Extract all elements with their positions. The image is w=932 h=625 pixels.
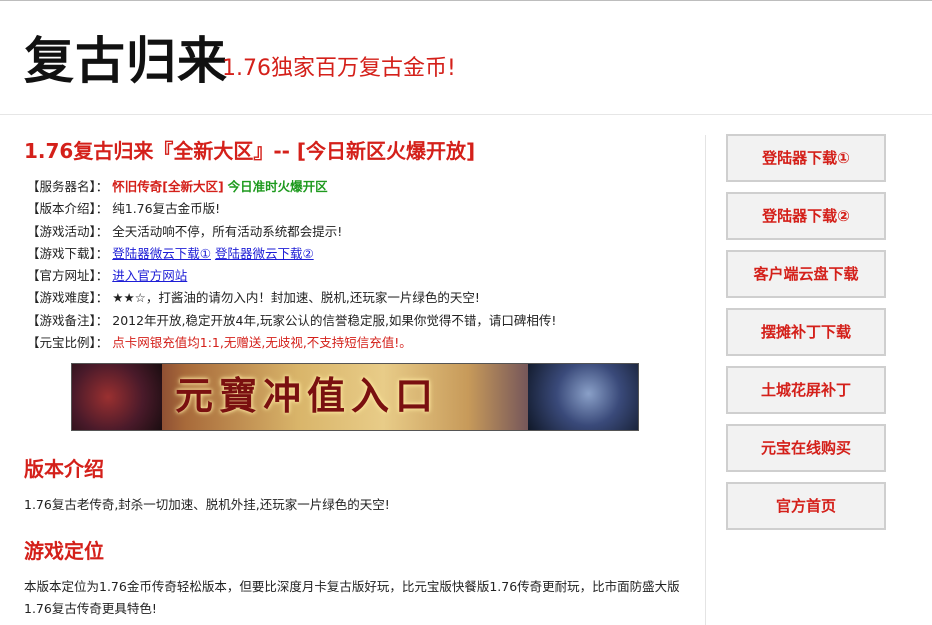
server-label: 【服务器名】：	[27, 179, 109, 194]
site-logo[interactable]: 复古归来	[24, 33, 228, 89]
download-link-1[interactable]: 登陆器微云下载①	[112, 246, 211, 261]
section-heading-positioning: 游戏定位	[24, 539, 104, 563]
recharge-banner[interactable]: 元寶冲值入口	[71, 363, 639, 431]
main-content: 1.76复古归来『全新大区』-- [今日新区火爆开放] 【服务器名】： 怀旧传奇…	[24, 115, 700, 625]
page-header: 复古归来 1.76独家百万复古金币!	[0, 1, 932, 115]
ratio-value: 点卡网银充值均1:1,无赠送,无歧视,不支持短信充值!。	[112, 335, 412, 351]
stall-patch-download-button[interactable]: 摆摊补丁下载	[726, 308, 886, 356]
launcher-download-2-button[interactable]: 登陆器下载②	[726, 192, 886, 240]
activity-label: 【游戏活动】：	[27, 223, 109, 239]
banner-monster-art	[72, 364, 162, 430]
version-label: 【版本介绍】：	[27, 201, 109, 217]
info-row-ratio: 【元宝比例】： 点卡网银充值均1:1,无赠送,无歧视,不支持短信充值!。	[27, 332, 697, 354]
section-text-positioning: 本版本定位为1.76金币传奇轻松版本，但要比深度月卡复古版好玩，比元宝版快餐版1…	[24, 579, 680, 616]
site-slogan: 1.76独家百万复古金币!	[222, 56, 456, 81]
sidebar: 登陆器下载① 登陆器下载② 客户端云盘下载 摆摊补丁下载 土城花屏补丁 元宝在线…	[726, 134, 886, 540]
note-value: 2012年开放,稳定开放4年,玩家公认的信誉稳定服,如果你觉得不错，请口碑相传!	[112, 312, 557, 328]
info-row-difficulty: 【游戏难度】： ★★☆，打酱油的请勿入内！封加速、脱机,还玩家一片绿色的天空!	[27, 287, 697, 309]
info-row-server: 【服务器名】： 怀旧传奇[全新大区] 今日准时火爆开区	[27, 176, 697, 198]
official-home-button[interactable]: 官方首页	[726, 482, 886, 530]
info-row-activity: 【游戏活动】： 全天活动响不停，所有活动系统都会提示!	[27, 221, 697, 243]
info-row-version: 【版本介绍】： 纯1.76复古金币版!	[27, 198, 697, 220]
screen-patch-button[interactable]: 土城花屏补丁	[726, 366, 886, 414]
client-cloud-download-button[interactable]: 客户端云盘下载	[726, 250, 886, 298]
launcher-download-1-button[interactable]: 登陆器下载①	[726, 134, 886, 182]
ratio-label: 【元宝比例】：	[27, 335, 109, 351]
download-label: 【游戏下载】：	[27, 245, 109, 261]
info-row-site: 【官方网址】： 进入官方网站	[27, 265, 697, 287]
server-name: 怀旧传奇[全新大区]	[112, 179, 224, 194]
section-text-version: 1.76复古老传奇,封杀一切加速、脱机外挂,还玩家一片绿色的天空!	[24, 497, 390, 512]
banner-text: 元寶冲值入口	[174, 373, 439, 418]
server-status: 今日准时火爆开区	[227, 179, 328, 194]
page-title: 1.76复古归来『全新大区』-- [今日新区火爆开放]	[24, 139, 476, 163]
server-info-list: 【服务器名】： 怀旧传奇[全新大区] 今日准时火爆开区 【版本介绍】： 纯1.7…	[27, 176, 697, 354]
info-row-download: 【游戏下载】： 登陆器微云下载① 登陆器微云下载②	[27, 243, 697, 265]
note-label: 【游戏备注】：	[27, 312, 109, 328]
column-divider	[705, 135, 706, 625]
download-link-2[interactable]: 登陆器微云下载②	[215, 246, 314, 261]
version-value: 纯1.76复古金币版!	[112, 201, 221, 217]
official-site-link[interactable]: 进入官方网站	[112, 268, 187, 283]
banner-warrior-art	[528, 364, 638, 430]
site-label: 【官方网址】：	[27, 268, 109, 284]
buy-gold-online-button[interactable]: 元宝在线购买	[726, 424, 886, 472]
activity-value: 全天活动响不停，所有活动系统都会提示!	[112, 223, 343, 239]
info-row-note: 【游戏备注】： 2012年开放,稳定开放4年,玩家公认的信誉稳定服,如果你觉得不…	[27, 310, 697, 332]
section-heading-version: 版本介绍	[24, 457, 104, 481]
difficulty-value: ★★☆，打酱油的请勿入内！封加速、脱机,还玩家一片绿色的天空!	[112, 290, 480, 306]
difficulty-label: 【游戏难度】：	[27, 290, 109, 306]
